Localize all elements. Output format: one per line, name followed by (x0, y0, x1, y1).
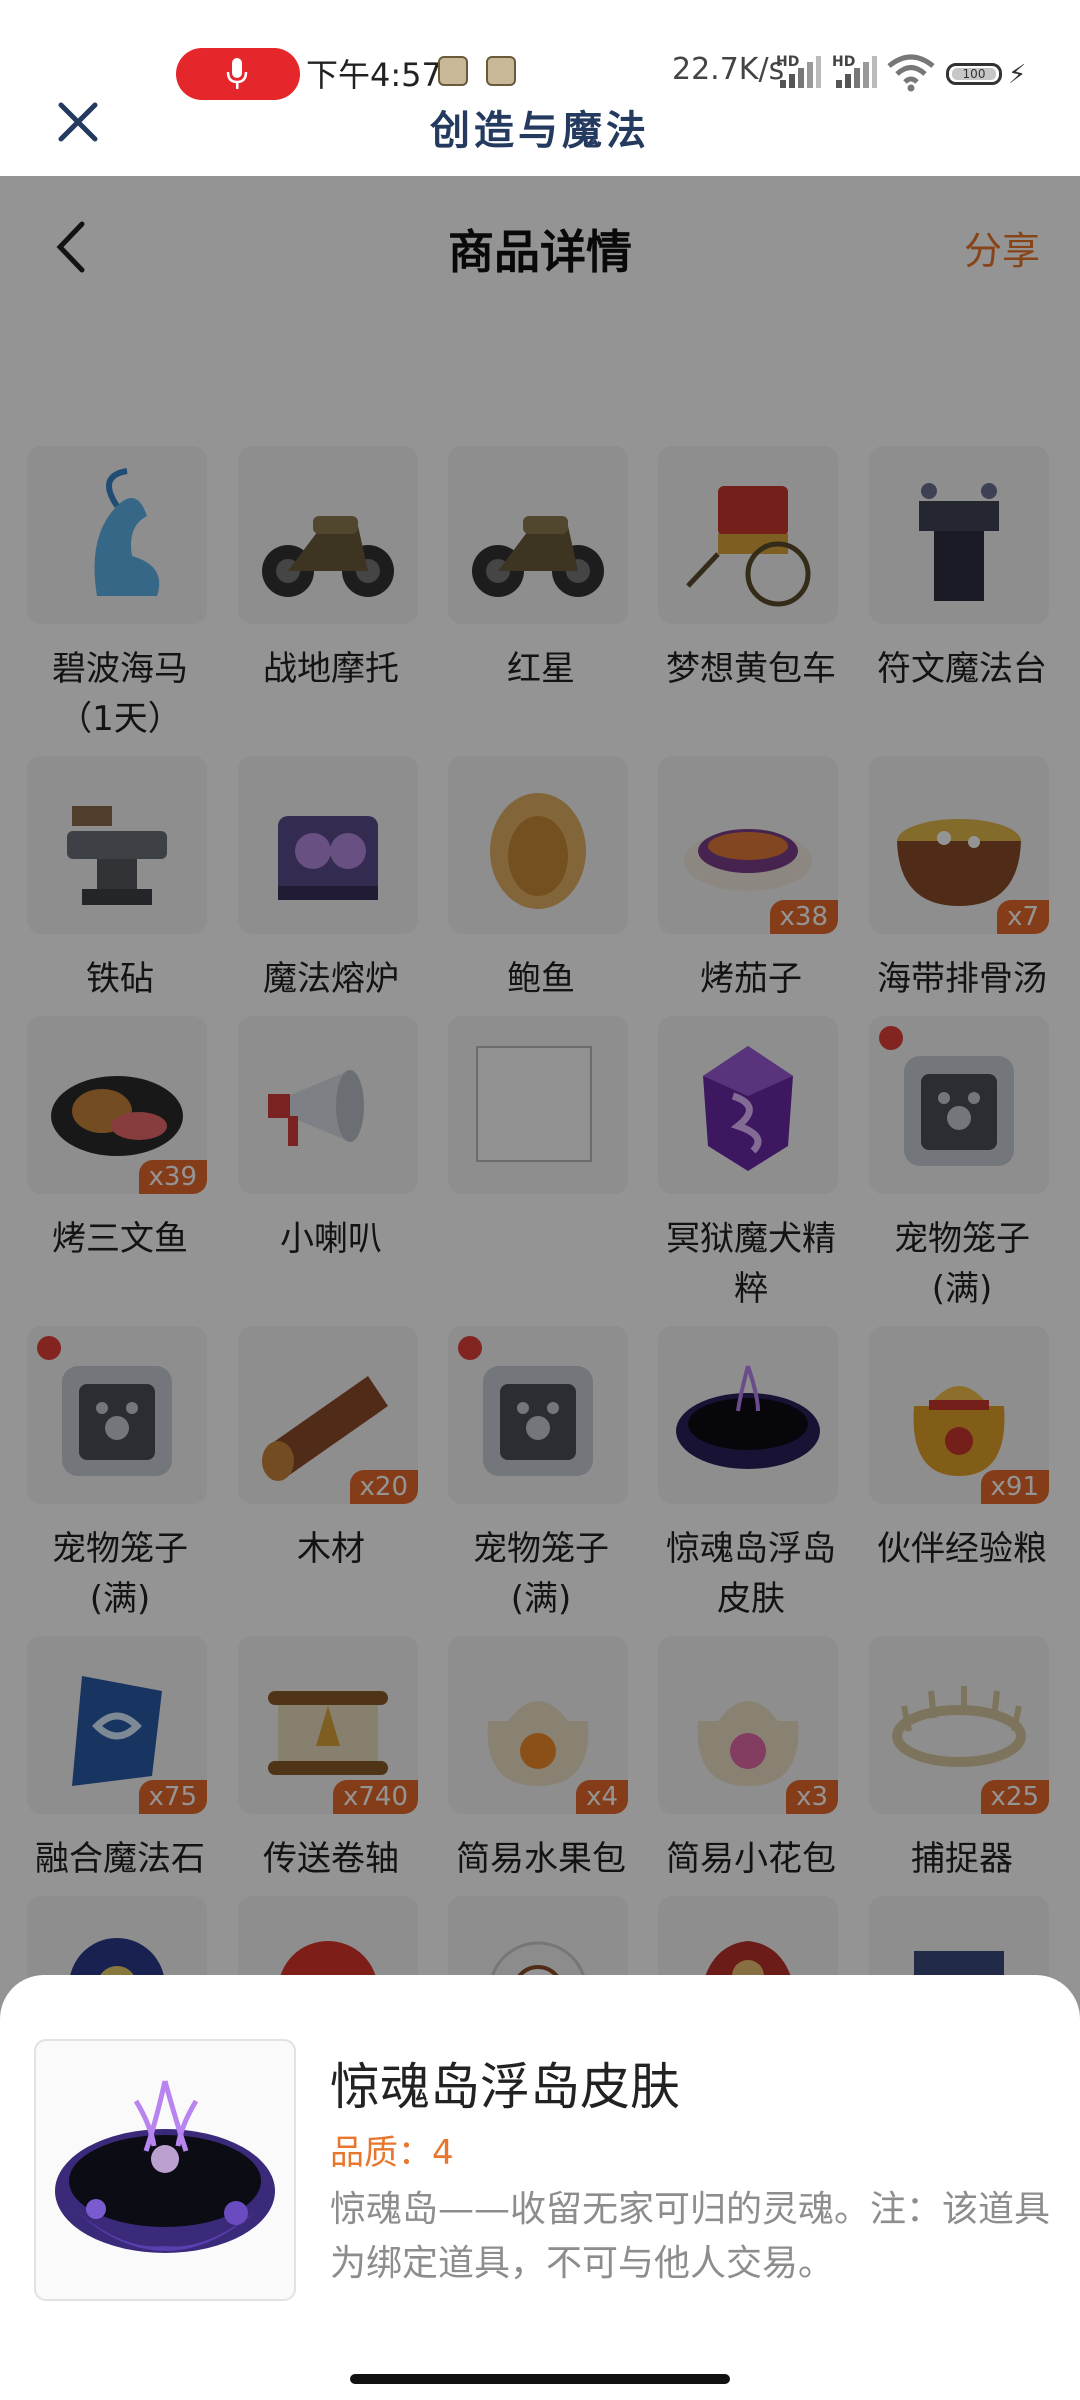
recording-indicator[interactable] (176, 48, 300, 100)
item-thumbnail (34, 2039, 296, 2301)
charging-icon: ⚡ (1008, 60, 1027, 90)
notification-app-icon (438, 56, 468, 86)
status-bar: 下午4:57 22.7K/s HD HD 100 ⚡ (0, 0, 1080, 110)
home-indicator[interactable] (350, 2374, 730, 2384)
battery-icon: 100 (946, 63, 1002, 85)
signal-icon (780, 56, 821, 88)
item-quality: 品质：4 (330, 2133, 454, 2173)
item-detail-sheet: 惊魂岛浮岛皮肤 品质：4 惊魂岛——收留无家可归的灵魂。注：该道具为绑定道具，不… (0, 1975, 1080, 2400)
network-speed: 22.7K/s (672, 52, 785, 87)
signal-icon (836, 56, 877, 88)
floating-island-icon (55, 2080, 275, 2253)
microphone-icon (226, 58, 248, 89)
status-time: 下午4:57 (306, 56, 442, 94)
item-description: 惊魂岛——收留无家可归的灵魂。注：该道具为绑定道具，不可与他人交易。 (330, 2189, 1051, 2284)
wifi-icon (887, 54, 935, 92)
notification-app-icon (486, 56, 516, 86)
app-title: 创造与魔法 (430, 108, 650, 154)
item-name: 惊魂岛浮岛皮肤 (330, 2058, 680, 2116)
